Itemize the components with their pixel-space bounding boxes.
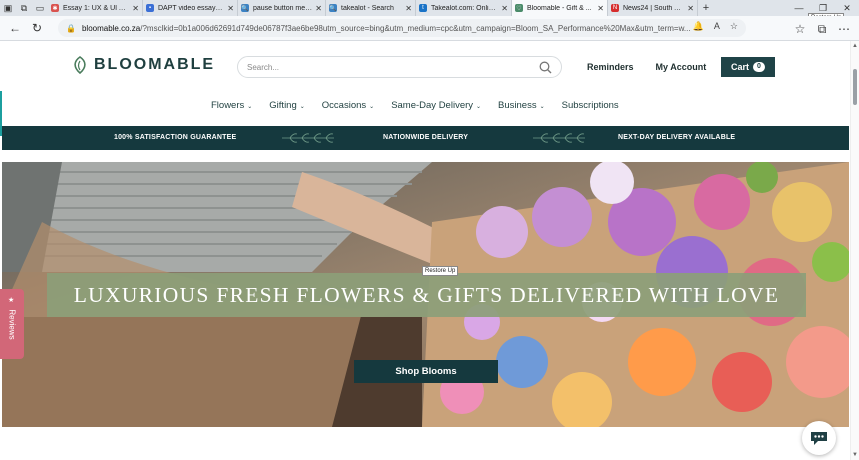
tab-title: DAPT video essay - ... xyxy=(158,4,225,12)
scroll-down-icon[interactable]: ▼ xyxy=(852,452,858,458)
close-tab-icon[interactable]: ✕ xyxy=(405,4,412,13)
nav-item-business[interactable]: Business ⌄ xyxy=(498,100,545,111)
close-window-icon[interactable]: ✕ xyxy=(835,3,859,14)
favorite-star-icon[interactable]: ☆ xyxy=(730,21,738,32)
site-logo[interactable]: BLOOMABLE xyxy=(72,56,215,74)
usp-satisfaction: 100% SATISFACTION GUARANTEE xyxy=(114,134,237,141)
back-icon[interactable]: ← xyxy=(4,17,26,39)
collections-icon[interactable]: ⧉ xyxy=(811,18,833,40)
tab-favicon-icon: N xyxy=(611,4,619,12)
usp-nationwide: NATIONWIDE DELIVERY xyxy=(383,134,469,141)
tab-favicon-icon: t xyxy=(419,4,427,12)
star-icon: ★ xyxy=(8,297,15,304)
close-tab-icon[interactable]: ✕ xyxy=(315,4,322,13)
tab-title: Bloomable - Gift & ... xyxy=(527,4,592,12)
nav-item-same-day-delivery[interactable]: Same-Day Delivery ⌄ xyxy=(391,100,481,111)
nav-item-occasions[interactable]: Occasions ⌄ xyxy=(322,100,374,111)
main-navigation: Flowers ⌄ Gifting ⌄ Occasions ⌄ Same-Day Deliv… xyxy=(211,100,636,111)
browser-tab[interactable]: ▪ DAPT video essay - ... ✕ xyxy=(143,0,238,16)
close-tab-icon[interactable]: ✕ xyxy=(597,4,604,13)
browser-tab-strip: ▣ ⧉ ▭ ✱ Essay 1: UX & UI An... ✕ ▪ DAPT vide… xyxy=(0,0,859,16)
chevron-down-icon: ⌄ xyxy=(539,104,545,110)
cart-label: Cart xyxy=(731,62,750,72)
tab-title: Essay 1: UX & UI An... xyxy=(63,4,130,12)
nav-item-label: Flowers xyxy=(211,100,245,111)
hero-headline: LUXURIOUS FRESH FLOWERS & GIFTS DELIVERE… xyxy=(47,273,806,317)
my-account-link[interactable]: My Account xyxy=(656,62,707,72)
minimize-icon[interactable]: — xyxy=(787,3,811,13)
tab-title: Takealot.com: Online ... xyxy=(431,4,499,12)
usp-bar: 100% SATISFACTION GUARANTEE NATIONWIDE D… xyxy=(2,126,849,150)
nav-item-label: Occasions xyxy=(321,100,367,111)
notification-icon[interactable]: 🔔 xyxy=(693,21,704,32)
search-icon[interactable] xyxy=(539,61,552,74)
web-page: BLOOMABLE Search... Reminders My Account… xyxy=(0,41,859,460)
workspaces-icon[interactable]: ⧉ xyxy=(16,0,32,16)
browser-tab[interactable]: 🔍 pause button menu ...✕ xyxy=(238,0,326,16)
tab-title: News24 | South Afric... xyxy=(623,4,685,12)
reviews-tab[interactable]: ★ Reviews xyxy=(0,289,24,359)
browser-tab[interactable]: t Takealot.com: Online ... ✕ xyxy=(416,0,512,16)
nav-item-gifting[interactable]: Gifting ⌄ xyxy=(269,100,305,111)
restore-icon[interactable]: ❐ xyxy=(811,3,835,14)
tab-favicon-icon: ▪ xyxy=(146,4,154,12)
close-tab-icon[interactable]: ✕ xyxy=(501,4,508,13)
address-bar[interactable]: 🔒 bloomable.co.za/?msclkid=0b1a006d62691… xyxy=(58,19,746,37)
chevron-down-icon: ⌄ xyxy=(299,104,305,110)
lock-icon: 🔒 xyxy=(66,23,76,33)
search-placeholder: Search... xyxy=(247,62,280,72)
tab-favicon-icon: ✱ xyxy=(51,4,59,12)
close-tab-icon[interactable]: ✕ xyxy=(227,4,234,13)
scroll-up-icon[interactable]: ▲ xyxy=(852,43,858,49)
shop-blooms-button[interactable]: Shop Blooms xyxy=(354,360,498,383)
close-tab-icon[interactable]: ✕ xyxy=(687,4,694,13)
page-scrollbar[interactable]: ▲ ▼ xyxy=(850,41,859,460)
hero-banner: LUXURIOUS FRESH FLOWERS & GIFTS DELIVERE… xyxy=(2,162,849,427)
chat-bubble-icon xyxy=(811,432,827,445)
usp-next-day: NEXT-DAY DELIVERY AVAILABLE xyxy=(618,134,736,141)
read-aloud-icon[interactable]: A xyxy=(714,21,720,32)
address-toolbar: ← ↻ 🔒 bloomable.co.za/?msclkid=0b1a006d6… xyxy=(0,16,859,41)
browser-tab[interactable]: ♡ Bloomable - Gift & ... ✕ xyxy=(512,0,608,16)
tab-favicon-icon: 🔍 xyxy=(329,4,337,12)
scrollbar-thumb[interactable] xyxy=(853,69,857,105)
refresh-icon[interactable]: ↻ xyxy=(26,17,48,39)
browser-tab[interactable]: N News24 | South Afric...✕ xyxy=(608,0,698,16)
logo-text: BLOOMABLE xyxy=(94,56,216,73)
tab-title: takealot - Search xyxy=(341,4,394,12)
reminders-link[interactable]: Reminders xyxy=(587,62,634,72)
tab-actions-icon[interactable]: ▣ xyxy=(0,0,16,16)
chat-button[interactable] xyxy=(802,421,836,455)
chevron-down-icon: ⌄ xyxy=(247,104,253,110)
more-menu-icon[interactable]: ⋯ xyxy=(833,18,855,40)
hero-tooltip: Restore Up xyxy=(422,266,459,276)
cart-button[interactable]: Cart 0 xyxy=(721,57,775,77)
favorites-icon[interactable]: ☆ xyxy=(789,18,811,40)
tab-favicon-icon: ♡ xyxy=(515,4,523,12)
browser-tab[interactable]: 🔍 takealot - Search ✕ xyxy=(326,0,416,16)
tab-list-icon[interactable]: ▭ xyxy=(32,0,48,16)
leaf-divider-icon xyxy=(533,133,585,143)
nav-item-label: Gifting xyxy=(269,100,297,111)
nav-item-label: Business xyxy=(498,100,537,111)
url-text: bloomable.co.za/?msclkid=0b1a006d62691d7… xyxy=(81,23,691,33)
new-tab-button[interactable]: + xyxy=(698,0,714,16)
nav-item-subscriptions[interactable]: Subscriptions xyxy=(562,100,619,111)
nav-item-flowers[interactable]: Flowers ⌄ xyxy=(211,100,252,111)
close-tab-icon[interactable]: ✕ xyxy=(132,4,139,13)
reviews-label: Reviews xyxy=(7,308,17,340)
chevron-down-icon: ⌄ xyxy=(476,104,482,110)
site-search-input[interactable]: Search... xyxy=(237,56,562,78)
logo-leaf-icon xyxy=(74,56,86,74)
browser-tab[interactable]: ✱ Essay 1: UX & UI An... ✕ xyxy=(48,0,143,16)
nav-item-label: Same-Day Delivery xyxy=(391,100,474,111)
leaf-divider-icon xyxy=(282,133,334,143)
cart-count-badge: 0 xyxy=(753,62,765,72)
chevron-down-icon: ⌄ xyxy=(369,104,375,110)
tab-favicon-icon: 🔍 xyxy=(241,4,249,12)
nav-item-label: Subscriptions xyxy=(561,100,619,111)
tab-title: pause button menu ... xyxy=(253,4,313,12)
